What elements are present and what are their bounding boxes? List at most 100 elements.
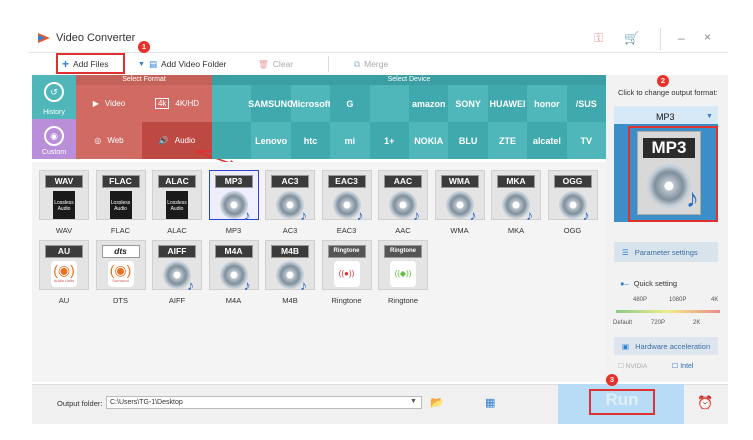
- audio-disc-icon: [389, 191, 420, 223]
- intel-option[interactable]: ☐ Intel: [672, 362, 693, 370]
- format-badge: ALAC: [158, 175, 196, 188]
- history-label: History: [43, 109, 65, 116]
- sidebar-item-custom[interactable]: ◉ Custom: [32, 119, 76, 159]
- open-folder-icon[interactable]: 📂: [430, 396, 444, 409]
- custom-icon: ◉: [44, 126, 64, 146]
- format-tile-ringtone[interactable]: Ringtone ((●)): [321, 240, 372, 290]
- quick-1080p: 1080P: [669, 297, 687, 303]
- format-tile-wma[interactable]: WMA: [434, 170, 485, 223]
- format-tile-eac3[interactable]: EAC3: [321, 170, 372, 223]
- wave-glyph: (◉): [53, 262, 75, 278]
- hardware-acceleration-button[interactable]: ▣ Hardware acceleration: [614, 337, 718, 355]
- device-sus-button[interactable]: /SUS: [566, 85, 606, 122]
- device-sony-button[interactable]: SONY: [448, 85, 488, 122]
- key-icon[interactable]: ⚿: [594, 31, 603, 46]
- slider-icon: ●–: [620, 279, 629, 288]
- format-tile-ac3[interactable]: AC3: [265, 170, 315, 223]
- add-files-button[interactable]: + Add Files: [62, 57, 108, 71]
- device-microsoft-button[interactable]: Microsoft: [290, 85, 331, 122]
- output-format-hint: Click to change output format:: [618, 88, 718, 97]
- merge-label: Merge: [364, 59, 389, 69]
- format-badge: AIFF: [158, 245, 196, 258]
- device-zte-button[interactable]: ZTE: [487, 122, 528, 159]
- format-tile-m4b[interactable]: M4B: [265, 240, 315, 293]
- select-device-header: Select Device: [212, 75, 606, 85]
- device-alcatel-button[interactable]: alcatel: [527, 122, 567, 159]
- format-badge: M4A: [214, 245, 253, 258]
- lossless-icon: Lossless Audio: [109, 191, 132, 219]
- format-tile-ogg[interactable]: OGG: [547, 170, 598, 223]
- format-name: OGG: [563, 226, 582, 235]
- add-video-folder-label: Add Video Folder: [160, 59, 227, 69]
- device-samsung-button[interactable]: SAMSUNG: [248, 85, 294, 122]
- add-files-label: Add Files: [73, 59, 109, 69]
- tab-web[interactable]: ◎ Web: [76, 122, 142, 159]
- format-badge: WAV: [45, 175, 83, 188]
- device-1-button[interactable]: 1+: [369, 122, 409, 159]
- minimize-button[interactable]: –: [678, 31, 685, 45]
- audio-disc-icon: [332, 191, 364, 223]
- format-badge: MP3: [214, 175, 253, 188]
- chevron-down-icon: ▼: [706, 113, 713, 120]
- format-tile-au[interactable]: AU (◉) Audio Units: [39, 240, 89, 290]
- format-tile-alac[interactable]: ALAC Lossless Audio: [152, 170, 202, 220]
- audio-disc-icon: [163, 261, 194, 293]
- format-tile-mp3[interactable]: MP3: [208, 170, 259, 223]
- title-bar: Video Converter ⚿ 🛒 – ×: [28, 25, 728, 53]
- chevron-down-icon[interactable]: ▼: [410, 398, 417, 405]
- alarm-clock-icon[interactable]: ⏰: [697, 395, 713, 411]
- format-tile-wav[interactable]: WAV Lossless Audio: [39, 170, 89, 220]
- parameter-settings-button[interactable]: ☰ Parameter settings: [614, 242, 718, 262]
- tab-video[interactable]: ▶ Video: [76, 85, 142, 122]
- device-logo-button[interactable]: [212, 122, 252, 159]
- format-tile-m4a[interactable]: M4A: [208, 240, 259, 293]
- 4k-icon: 4k: [154, 98, 170, 109]
- audio-disc-icon: [445, 191, 477, 223]
- format-badge: AC3: [271, 175, 309, 188]
- device-huawei-button[interactable]: HUAWEI: [487, 85, 528, 122]
- device-tv-button[interactable]: TV: [566, 122, 606, 159]
- device-amazon-button[interactable]: amazon: [409, 85, 449, 122]
- output-folder-input[interactable]: C:\Users\TG-1\Desktop: [106, 396, 422, 409]
- quality-slider[interactable]: [616, 310, 720, 313]
- format-grid: WAV Lossless Audio WAV FLAC Lossless Audio FL…: [32, 162, 606, 382]
- format-tile-aac[interactable]: AAC: [378, 170, 428, 223]
- quick-default: Default: [613, 320, 633, 326]
- history-icon: ↺: [44, 82, 64, 102]
- merge-button[interactable]: ⧉ Merge: [354, 57, 388, 71]
- device-honor-button[interactable]: honor: [527, 85, 567, 122]
- device-nokia-button[interactable]: NOKIA: [409, 122, 449, 159]
- sidebar-item-history[interactable]: ↺ History: [32, 75, 76, 119]
- format-tile-ringtone[interactable]: Ringtone ((◆)): [378, 240, 428, 290]
- format-badge: MKA: [497, 175, 535, 188]
- window-title: Video Converter: [56, 32, 136, 44]
- speaker-icon: 🔊: [158, 136, 169, 145]
- clear-button[interactable]: 🗑 Clear: [258, 57, 293, 71]
- tile-sub: Audio Units: [53, 278, 75, 283]
- device-lenovo-button[interactable]: Lenovo: [251, 122, 291, 159]
- device-htc-button[interactable]: htc: [290, 122, 331, 159]
- add-video-folder-button[interactable]: ▼ ▤ Add Video Folder: [138, 57, 227, 71]
- run-button[interactable]: Run: [589, 389, 655, 415]
- format-name: ALAC: [167, 226, 187, 235]
- format-tile-mka[interactable]: MKA: [491, 170, 541, 223]
- device-mi-button[interactable]: mi: [330, 122, 370, 159]
- cart-icon[interactable]: 🛒: [624, 31, 639, 45]
- toolbar: + Add Files 1 ▼ ▤ Add Video Folder 🗑 Cle…: [28, 41, 728, 75]
- format-tile-flac[interactable]: FLAC Lossless Audio: [95, 170, 146, 220]
- format-tile-dts[interactable]: dts (◉) Surround: [95, 240, 146, 290]
- format-name: AU: [58, 296, 70, 305]
- device-logo-button[interactable]: [212, 85, 252, 122]
- device-blu-button[interactable]: BLU: [448, 122, 488, 159]
- nvidia-option[interactable]: ☐ NVIDIA: [618, 362, 647, 370]
- format-name: AC3: [282, 226, 298, 235]
- device-logo-button[interactable]: [369, 85, 409, 122]
- device-g-button[interactable]: G: [330, 85, 370, 122]
- format-badge: AU: [45, 245, 83, 258]
- tab-4k-hd[interactable]: 4k 4K/HD: [142, 85, 212, 122]
- plus-icon: +: [62, 57, 70, 71]
- format-tile-aiff[interactable]: AIFF: [152, 240, 202, 293]
- browse-folder-icon[interactable]: ▦: [485, 396, 495, 409]
- close-button[interactable]: ×: [704, 30, 711, 44]
- audio-disc-icon: [219, 191, 251, 223]
